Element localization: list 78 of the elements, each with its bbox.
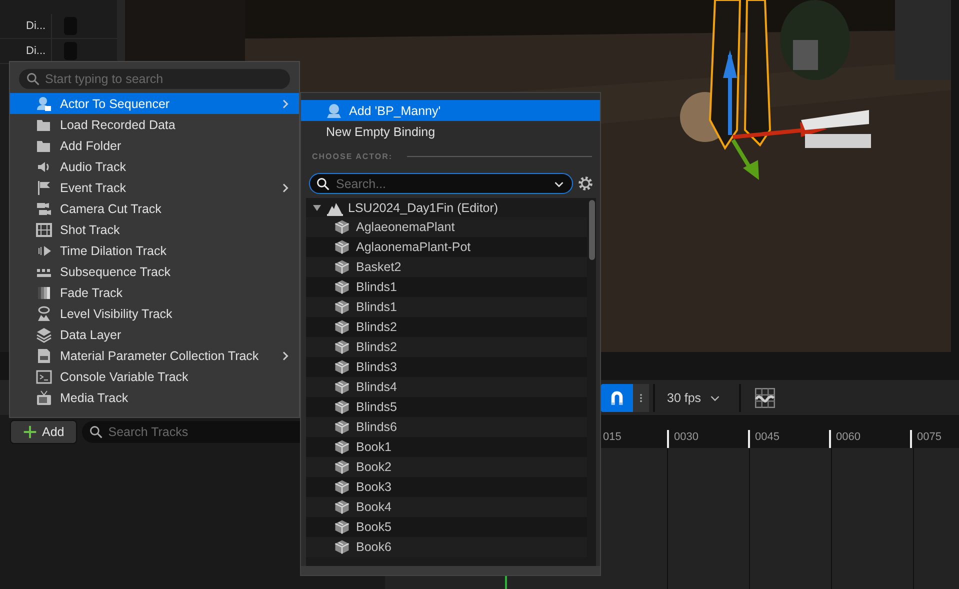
tree-item[interactable]: AglaonemaPlant-Pot <box>306 237 587 257</box>
plus-icon <box>23 424 37 438</box>
menu-item[interactable]: New Empty Binding <box>301 121 600 142</box>
cube-icon <box>333 398 351 416</box>
tree-item[interactable]: Book4 <box>306 497 587 517</box>
add-button[interactable]: Add <box>10 420 78 444</box>
menu-item[interactable]: Add 'BP_Manny' <box>301 100 600 121</box>
actor-search-field[interactable]: Search... <box>309 173 573 194</box>
menu-item[interactable]: Material Parameter Collection Track <box>10 345 299 366</box>
flag-icon <box>36 180 52 196</box>
tree-item[interactable]: Blinds2 <box>306 337 587 357</box>
tree-item[interactable]: Book2 <box>306 457 587 477</box>
cube-icon <box>333 378 351 396</box>
tree-item[interactable]: LSU2024_Day1Fin (Editor) <box>306 198 587 217</box>
camera-icon <box>36 200 52 216</box>
layers-icon <box>36 326 52 342</box>
cube-icon <box>333 338 351 356</box>
cube-icon <box>333 498 351 516</box>
frame-label: 015 <box>603 430 622 445</box>
menu-item[interactable]: Camera Cut Track <box>10 198 299 219</box>
tree-item[interactable]: Blinds5 <box>306 397 587 417</box>
settings-icon <box>577 175 594 192</box>
clapperboard-icon[interactable] <box>801 110 873 150</box>
tree-item[interactable]: Blinds3 <box>306 357 587 377</box>
outliner-label: Di... <box>0 14 52 38</box>
tree-item[interactable]: Blinds4 <box>306 377 587 397</box>
cube-icon <box>333 278 351 296</box>
cube-icon <box>333 438 351 456</box>
cube-icon <box>333 458 351 476</box>
terminal-icon <box>36 368 52 384</box>
curve-grid-icon <box>755 388 776 408</box>
menu-item[interactable]: Shot Track <box>10 219 299 240</box>
cube-icon <box>333 478 351 496</box>
menu-item[interactable]: Subsequence Track <box>10 261 299 282</box>
menu-item[interactable]: Load Recorded Data <box>10 114 299 135</box>
film-icon <box>36 222 52 238</box>
person-icon <box>36 96 52 112</box>
cube-icon <box>333 218 351 236</box>
cube-icon <box>333 258 351 276</box>
cube-icon <box>333 518 351 536</box>
tree-item[interactable]: AglaeonemaPlant <box>306 217 587 237</box>
menu-item[interactable]: Console Variable Track <box>10 366 299 387</box>
scrollbar-thumb[interactable] <box>588 200 594 260</box>
cube-icon <box>333 298 351 316</box>
actor-icon <box>326 102 342 118</box>
menu-search-field[interactable]: Start typing to search <box>19 69 290 89</box>
menu-item[interactable]: Media Track <box>10 387 299 408</box>
frame-rate-dropdown[interactable]: 30 fps <box>659 390 736 404</box>
tree-item[interactable]: Basket2 <box>306 257 587 277</box>
cube-icon <box>333 358 351 376</box>
eye-icon <box>36 306 52 322</box>
cube-icon <box>333 538 351 556</box>
menu-item[interactable]: Fade Track <box>10 282 299 303</box>
gradient-icon <box>36 284 52 300</box>
menu-item[interactable]: Add Folder <box>10 135 299 156</box>
tree-item[interactable]: Blinds6 <box>306 417 587 437</box>
expand-arrow-icon[interactable] <box>312 202 322 212</box>
tree-item[interactable]: Blinds1 <box>306 297 587 317</box>
menu-item[interactable]: Time Dilation Track <box>10 240 299 261</box>
tree-item[interactable]: Book3 <box>306 477 587 497</box>
visibility-toggle[interactable] <box>64 42 77 60</box>
section-heading: CHOOSE ACTOR: <box>312 152 393 161</box>
menu-item[interactable]: Actor To Sequencer <box>10 93 299 114</box>
menu-item[interactable]: Level Visibility Track <box>10 303 299 324</box>
menu-item[interactable]: Data Layer <box>10 324 299 345</box>
tree-item[interactable]: Book5 <box>306 517 587 537</box>
tree-item[interactable]: Blinds1 <box>306 277 587 297</box>
tree-item[interactable]: Book1 <box>306 437 587 457</box>
tree-item[interactable]: Book6 <box>306 537 587 557</box>
tv-icon <box>36 390 52 406</box>
cube-icon <box>333 238 351 256</box>
menu-item[interactable]: Audio Track <box>10 156 299 177</box>
cube-icon <box>333 418 351 436</box>
menu-item[interactable]: Event Track <box>10 177 299 198</box>
snap-button[interactable] <box>601 384 633 412</box>
tree-item[interactable]: Blinds2 <box>306 317 587 337</box>
cube-icon <box>333 318 351 336</box>
document-icon <box>36 348 52 364</box>
